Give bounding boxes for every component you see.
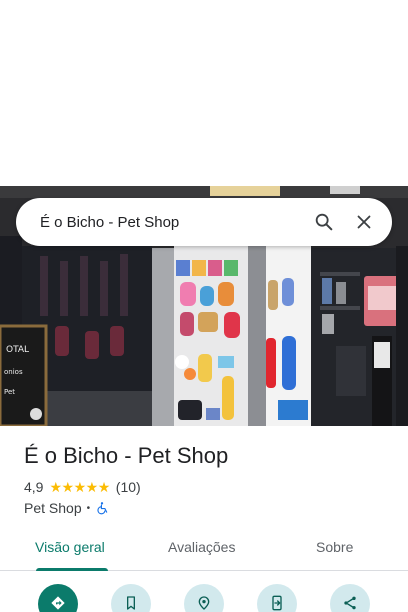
tab-overview[interactable]: Visão geral — [35, 539, 105, 555]
map-area-blank — [0, 0, 408, 186]
share-icon — [344, 596, 356, 610]
place-category: Pet Shop — [24, 500, 82, 516]
category-row: Pet Shop • — [24, 500, 109, 516]
rating-stars: ★ ★ ★ ★ ★ — [49, 479, 111, 495]
tab-reviews[interactable]: Avaliações — [168, 539, 235, 555]
save-button[interactable] — [111, 584, 151, 612]
share-button[interactable] — [330, 584, 370, 612]
separator: • — [86, 502, 91, 514]
rating-row[interactable]: 4,9 ★ ★ ★ ★ ★ (10) — [24, 479, 141, 495]
action-buttons — [0, 584, 408, 612]
star-icon: ★ — [97, 479, 111, 495]
wheelchair-accessible-icon — [95, 501, 109, 515]
search-bar[interactable]: É o Bicho - Pet Shop — [16, 198, 392, 246]
close-icon[interactable] — [344, 202, 384, 242]
directions-icon — [51, 596, 65, 610]
svg-text:onios: onios — [4, 368, 23, 376]
star-icon: ★ — [73, 479, 87, 495]
star-icon: ★ — [85, 479, 99, 495]
search-input[interactable]: É o Bicho - Pet Shop — [40, 214, 304, 231]
nearby-icon — [198, 596, 210, 610]
bookmark-icon — [127, 596, 135, 610]
svg-text:Pet: Pet — [4, 388, 15, 396]
active-tab-indicator — [36, 568, 108, 571]
search-icon[interactable] — [304, 202, 344, 242]
svg-text:OTAL: OTAL — [6, 345, 29, 355]
nearby-button[interactable] — [184, 584, 224, 612]
review-count[interactable]: (10) — [116, 479, 141, 495]
send-to-phone-button[interactable] — [257, 584, 297, 612]
star-icon: ★ — [61, 479, 75, 495]
send-to-phone-icon — [272, 595, 282, 611]
directions-button[interactable] — [38, 584, 78, 612]
star-icon: ★ — [49, 479, 62, 495]
rating-value: 4,9 — [24, 479, 44, 495]
place-title: É o Bicho - Pet Shop — [24, 443, 229, 468]
place-tabs: Visão geral Avaliações Sobre — [0, 528, 408, 571]
tab-about[interactable]: Sobre — [316, 539, 353, 555]
